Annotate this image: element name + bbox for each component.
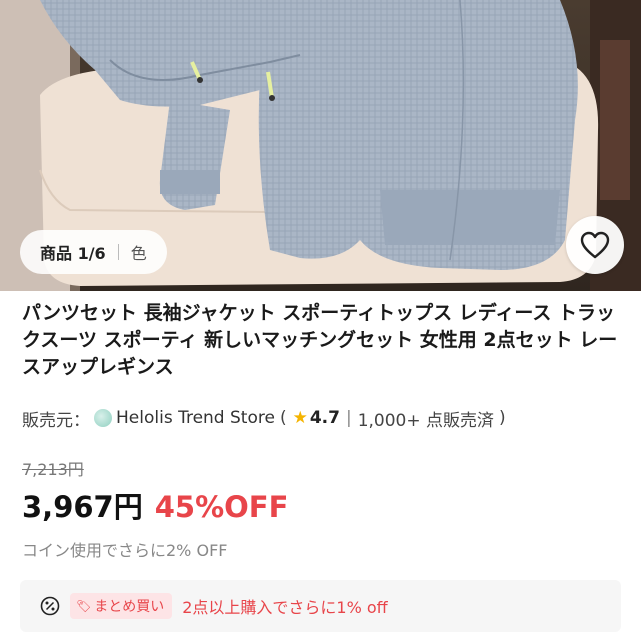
store-logo-icon bbox=[94, 409, 112, 427]
pill-divider bbox=[117, 244, 119, 260]
rating-close-paren: ) bbox=[499, 408, 506, 428]
heart-outline-icon bbox=[580, 231, 610, 259]
coin-discount-note: コイン使用でさらに2% OFF bbox=[22, 541, 228, 560]
current-price: 3,967円 bbox=[22, 490, 143, 524]
bulk-buy-badge-label: まとめ買い bbox=[94, 599, 165, 615]
bulk-discount-text: 2点以上購入でさらに1% off bbox=[182, 598, 388, 617]
sold-count: 1,000+ 点販売済 bbox=[357, 410, 495, 431]
seller-info: 販売元： Helolis Trend Store ( ★ 4.7 | 1,000… bbox=[22, 404, 506, 432]
store-rating: 4.7 bbox=[309, 408, 340, 428]
color-option-label[interactable]: 色 bbox=[131, 240, 147, 264]
price-row: 3,967円 45%OFF bbox=[22, 484, 288, 526]
discount-label: 45%OFF bbox=[154, 490, 289, 524]
percent-badge-icon bbox=[40, 596, 60, 616]
image-counter: 商品 1/6 bbox=[40, 244, 106, 263]
star-icon: ★ bbox=[292, 408, 308, 428]
favorite-button[interactable] bbox=[566, 216, 624, 274]
tag-icon: 🏷 bbox=[76, 599, 92, 613]
rating-open-paren: ( bbox=[279, 408, 287, 428]
image-counter-pill[interactable]: 商品 1/6 色 bbox=[20, 230, 167, 274]
original-price: 7,213円 bbox=[22, 460, 84, 479]
rating-divider: | bbox=[345, 408, 352, 428]
product-image[interactable]: 商品 1/6 色 bbox=[0, 0, 641, 291]
store-name-link[interactable]: Helolis Trend Store bbox=[116, 408, 275, 428]
seller-label: 販売元： bbox=[22, 410, 90, 431]
bulk-buy-badge: 🏷 まとめ買い bbox=[70, 593, 173, 619]
product-title: パンツセット 長袖ジャケット スポーティトップス レディース トラックスーツ ス… bbox=[22, 302, 618, 378]
bulk-discount-banner[interactable]: 🏷 まとめ買い 2点以上購入でさらに1% off bbox=[20, 580, 621, 632]
